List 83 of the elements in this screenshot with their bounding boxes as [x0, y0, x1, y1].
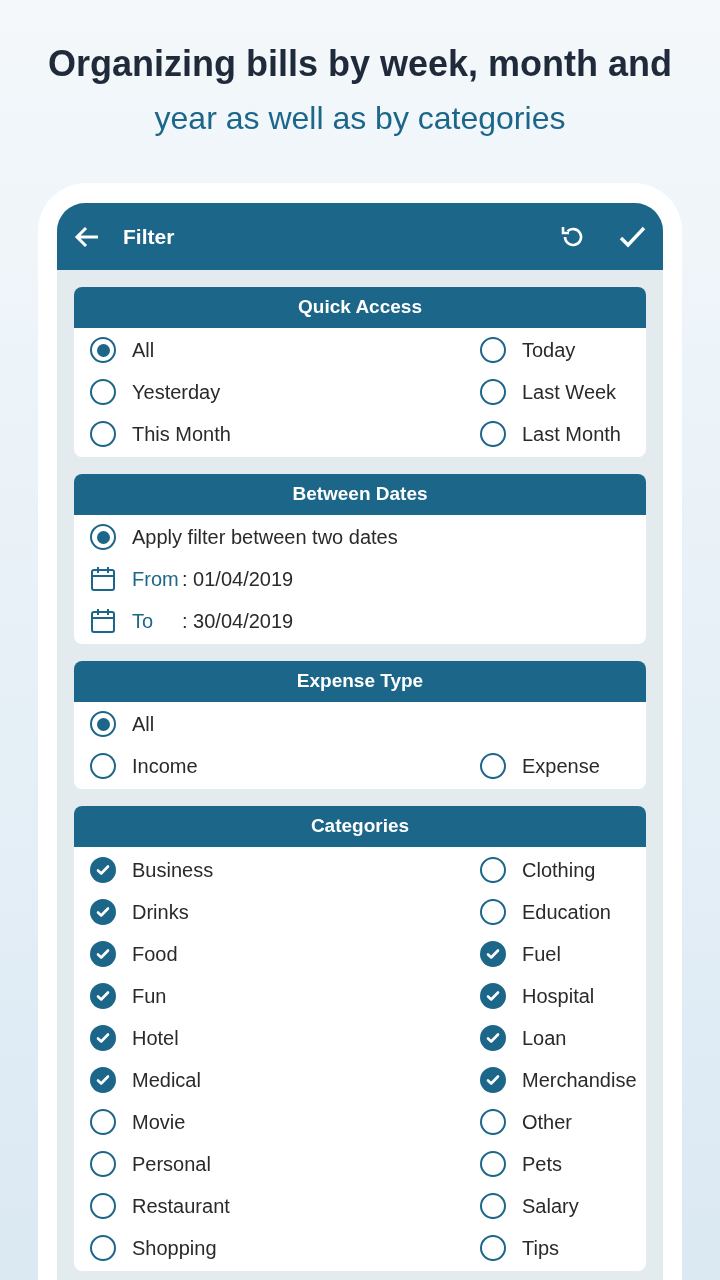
calendar-icon [90, 608, 116, 634]
check-icon [95, 988, 111, 1004]
option-label: Medical [132, 1068, 201, 1093]
checkbox[interactable] [90, 983, 116, 1009]
calendar-icon [90, 566, 116, 592]
option-label: Expense [522, 754, 600, 779]
option-label: Tips [522, 1236, 560, 1261]
checkbox[interactable] [90, 1109, 116, 1135]
option-label: All [132, 338, 155, 363]
option-label: Personal [132, 1152, 211, 1177]
app-bar-title: Filter [123, 223, 176, 250]
check-icon [485, 1030, 501, 1046]
date-value[interactable]: : 01/04/2019 [182, 564, 294, 594]
checkbox[interactable] [90, 899, 116, 925]
option-label: Income [132, 754, 198, 779]
date-value[interactable]: : 30/04/2019 [182, 606, 294, 636]
checkbox[interactable] [480, 857, 506, 883]
checkbox[interactable] [480, 941, 506, 967]
option-label: Restaurant [132, 1194, 230, 1219]
check-icon [95, 946, 111, 962]
option-label: Loan [522, 1026, 567, 1051]
checkbox[interactable] [90, 1193, 116, 1219]
check-icon [485, 946, 501, 962]
radio-button[interactable] [90, 524, 116, 550]
check-icon [95, 862, 111, 878]
section-header: Expense Type [74, 661, 646, 702]
radio-button[interactable] [90, 379, 116, 405]
checkbox[interactable] [480, 983, 506, 1009]
checkbox[interactable] [480, 1235, 506, 1261]
radio-button[interactable] [480, 379, 506, 405]
option-label: Fun [132, 984, 167, 1009]
checkbox[interactable] [480, 1151, 506, 1177]
checkbox[interactable] [90, 941, 116, 967]
radio-button[interactable] [90, 421, 116, 447]
checkbox[interactable] [90, 857, 116, 883]
radio-button[interactable] [90, 337, 116, 363]
option-label: Hotel [132, 1026, 179, 1051]
option-label: Merchandise [522, 1068, 637, 1093]
option-label: Clothing [522, 858, 596, 883]
option-label: Business [132, 858, 214, 883]
checkbox[interactable] [90, 1151, 116, 1177]
radio-button[interactable] [480, 421, 506, 447]
checkbox[interactable] [90, 1067, 116, 1093]
option-label: Pets [522, 1152, 563, 1177]
checkbox[interactable] [480, 1025, 506, 1051]
section-header: Quick Access [74, 287, 646, 328]
headline-subtitle: year as well as by categories [154, 99, 566, 138]
check-icon [95, 1072, 111, 1088]
checkbox[interactable] [90, 1025, 116, 1051]
option-label: Movie [132, 1110, 186, 1135]
checkbox[interactable] [90, 1235, 116, 1261]
option-label: Last Month [522, 422, 621, 447]
check-icon [95, 1030, 111, 1046]
option-label: Hospital [522, 984, 595, 1009]
option-label: Education [522, 900, 611, 925]
option-label: All [132, 712, 155, 737]
checkbox[interactable] [480, 1067, 506, 1093]
option-label: Last Week [522, 380, 617, 405]
option-label: Yesterday [132, 380, 221, 405]
checkbox[interactable] [480, 1193, 506, 1219]
option-label: Today [522, 338, 576, 363]
radio-button[interactable] [90, 753, 116, 779]
section-header: Between Dates [74, 474, 646, 515]
option-label: Other [522, 1110, 573, 1135]
headline-title: Organizing bills by week, month and [47, 42, 673, 86]
radio-button[interactable] [480, 337, 506, 363]
option-label: Food [132, 942, 178, 967]
option-label: Apply filter between two dates [132, 525, 398, 550]
checkbox[interactable] [480, 899, 506, 925]
option-label: Shopping [132, 1236, 217, 1261]
check-icon [485, 988, 501, 1004]
option-label: Fuel [522, 942, 561, 967]
option-label: Salary [522, 1194, 579, 1219]
section-header: Categories [74, 806, 646, 847]
date-label: To [132, 609, 155, 634]
option-label: Drinks [132, 900, 189, 925]
check-icon [485, 1072, 501, 1088]
date-label: From [132, 567, 180, 592]
option-label: This Month [132, 422, 231, 447]
checkbox[interactable] [480, 1109, 506, 1135]
radio-button[interactable] [90, 711, 116, 737]
check-icon [95, 904, 111, 920]
radio-button[interactable] [480, 753, 506, 779]
